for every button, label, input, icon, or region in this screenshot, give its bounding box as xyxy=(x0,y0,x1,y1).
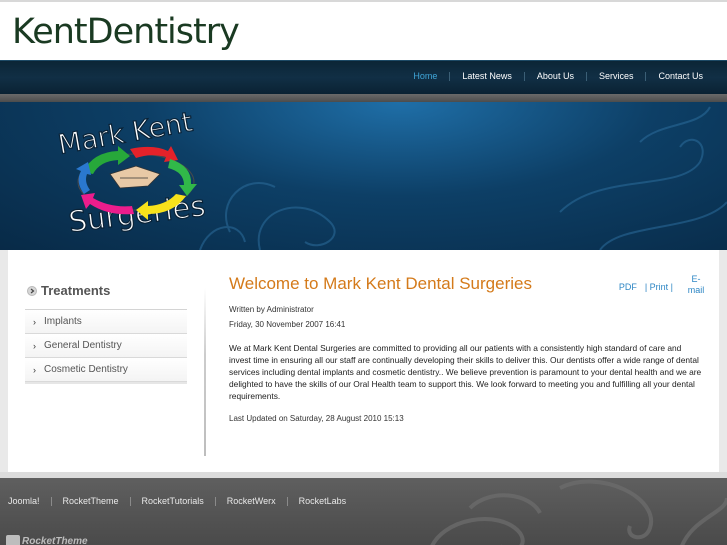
sidebar-item-label: Cosmetic Dentistry xyxy=(44,364,128,375)
article-body: We at Mark Kent Dental Surgeries are com… xyxy=(229,343,702,401)
sidebar-item-cosmetic-dentistry[interactable]: › Cosmetic Dentistry xyxy=(25,358,187,382)
chevron-right-icon: › xyxy=(33,340,36,351)
sidebar-title: Treatments xyxy=(41,283,111,298)
article: Welcome to Mark Kent Dental Surgeries PD… xyxy=(229,274,709,423)
nav-shadow-strip xyxy=(0,94,727,102)
article-updated: Last Updated on Saturday, 28 August 2010… xyxy=(229,414,404,423)
nav-latest-news[interactable]: Latest News xyxy=(450,71,524,81)
rockettheme-brand[interactable]: RocketTheme xyxy=(6,535,88,545)
footer-brand-text: RocketTheme xyxy=(22,535,88,545)
sidebar-header: Treatments xyxy=(25,272,187,310)
footer-link-rockettheme[interactable]: RocketTheme xyxy=(52,496,130,506)
footer-link-joomla[interactable]: Joomla! xyxy=(8,496,51,506)
nav-contact-us[interactable]: Contact Us xyxy=(646,71,715,81)
top-nav-bar: Home Latest News About Us Services Conta… xyxy=(0,60,727,94)
print-link[interactable]: | Print | xyxy=(645,282,673,296)
nav-services[interactable]: Services xyxy=(587,71,646,81)
nav-about-us[interactable]: About Us xyxy=(525,71,586,81)
sidebar-item-general-dentistry[interactable]: › General Dentistry xyxy=(25,334,187,358)
sidebar-item-label: General Dentistry xyxy=(44,340,122,351)
site-header: KentDentistry xyxy=(0,0,727,60)
email-link[interactable]: E-mail xyxy=(685,274,707,296)
sidebar-item-implants[interactable]: › Implants xyxy=(25,310,187,334)
mark-kent-surgeries-logo: Mark Kent Surgeries xyxy=(55,106,208,239)
article-tools: PDF | Print | E-mail xyxy=(619,274,707,296)
sidebar: Treatments › Implants › General Dentistr… xyxy=(25,272,187,382)
footer-link-rocketlabs[interactable]: RocketLabs xyxy=(288,496,358,506)
site-logo[interactable]: KentDentistry xyxy=(12,12,240,52)
footer-link-rocketwerx[interactable]: RocketWerx xyxy=(216,496,287,506)
sidebar-item-label: Implants xyxy=(44,316,82,327)
hero-banner: Mark Kent Surgeries xyxy=(0,102,727,250)
rockettheme-logo-icon xyxy=(6,535,20,545)
chevron-right-icon: › xyxy=(33,364,36,375)
main-nav: Home Latest News About Us Services Conta… xyxy=(401,71,715,81)
pdf-link[interactable]: PDF xyxy=(619,282,637,296)
chevron-right-icon: › xyxy=(33,316,36,327)
article-meta: Written by Administrator Friday, 30 Nove… xyxy=(229,302,709,332)
article-date: Friday, 30 November 2007 16:41 xyxy=(229,320,346,329)
chevron-right-circle-icon xyxy=(27,285,37,296)
site-footer: Joomla! RocketTheme RocketTutorials Rock… xyxy=(0,472,727,545)
footer-swirl-decoration xyxy=(430,479,727,545)
footer-links: Joomla! RocketTheme RocketTutorials Rock… xyxy=(8,496,357,506)
page: KentDentistry Home Latest News About Us … xyxy=(0,0,727,545)
column-divider xyxy=(204,288,206,456)
nav-home[interactable]: Home xyxy=(401,71,449,81)
footer-link-rockettutorials[interactable]: RocketTutorials xyxy=(131,496,215,506)
content-area: Treatments › Implants › General Dentistr… xyxy=(8,250,719,472)
article-author: Written by Administrator xyxy=(229,305,314,314)
